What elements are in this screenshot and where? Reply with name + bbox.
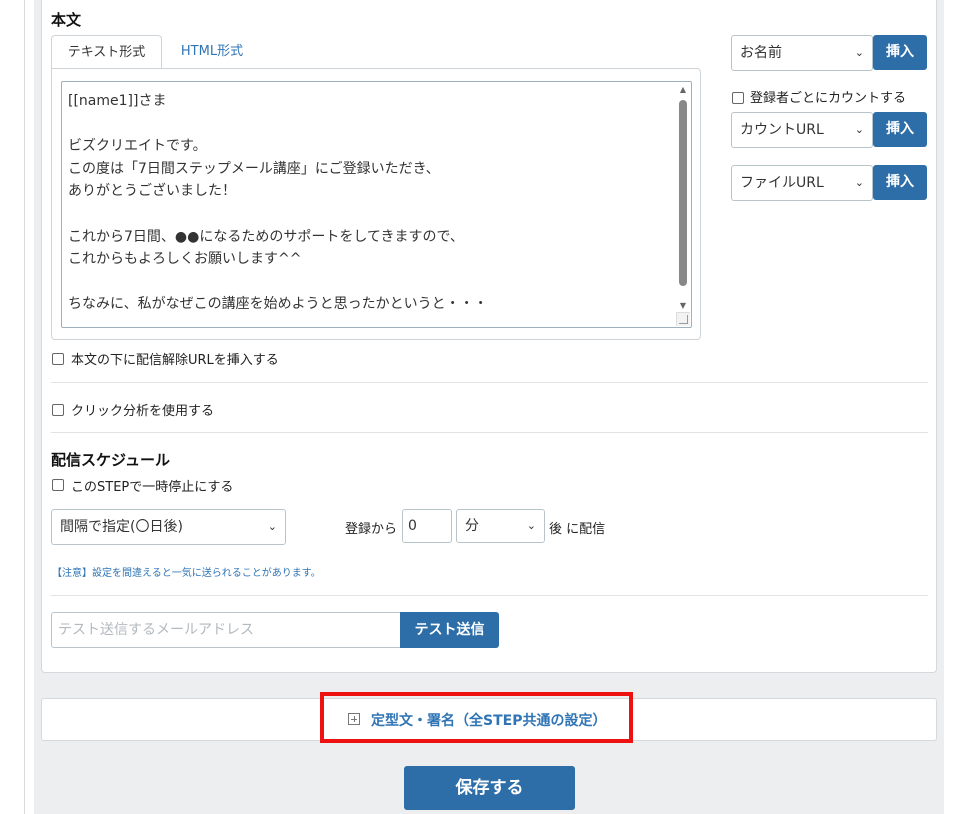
schedule-warning-note: 【注意】設定を間違えると一気に送られることがあります。 [52,568,321,579]
tab-text-format[interactable]: テキスト形式 [51,35,162,69]
click-analysis-label: クリック分析を使用する [71,404,215,419]
insert-field-select-value: お名前 [740,45,782,61]
file-url-select-value: ファイルURL [740,175,824,191]
insert-field-button[interactable]: 挿入 [873,35,927,70]
schedule-mode-value: 間隔で指定(〇日後) [60,519,183,535]
from-registration-label: 登録から [345,522,398,537]
scroll-down-arrow-icon[interactable]: ▼ [677,300,689,312]
count-checkbox-label: 登録者ごとにカウントする [750,91,907,106]
pause-checkbox[interactable] [52,479,64,491]
count-url-select-value: カウントURL [740,122,824,138]
scroll-thumb[interactable] [679,100,687,286]
count-checkbox[interactable] [732,92,744,104]
test-send-button[interactable]: テスト送信 [400,612,499,648]
highlight-box [320,692,633,743]
right-edge [944,0,966,814]
insert-file-url-button[interactable]: 挿入 [873,165,927,200]
delay-value-input[interactable]: 0 [402,509,452,543]
after-delivery-label: 後 に配信 [549,522,606,537]
chevron-down-icon: ⌄ [854,123,864,136]
delay-unit-value: 分 [465,518,479,534]
tab-html-format[interactable]: HTML形式 [166,35,258,69]
chevron-down-icon: ⌄ [526,519,536,532]
test-email-input[interactable]: テスト送信するメールアドレス [51,612,401,648]
body-section-title: 本文 [51,11,82,29]
body-text: [[name1]]さま ビズクリエイトです。 この度は「7日間ステップメール講座… [68,93,488,313]
body-textarea[interactable]: [[name1]]さま ビズクリエイトです。 この度は「7日間ステップメール講座… [61,81,692,328]
chevron-down-icon: ⌄ [854,46,864,59]
pause-label: このSTEPで一時停止にする [71,480,234,495]
left-sidebar-edge [0,0,25,814]
schedule-mode-select[interactable]: 間隔で指定(〇日後) ⌄ [51,509,286,545]
resize-grip-icon[interactable] [676,312,690,326]
insert-field-select[interactable]: お名前 ⌄ [731,35,873,71]
textarea-scrollbar[interactable]: ▲ ▼ [677,84,689,312]
divider [51,595,928,596]
insert-count-url-button[interactable]: 挿入 [873,112,927,147]
unsubscribe-label: 本文の下に配信解除URLを挿入する [71,353,279,368]
divider [51,432,928,433]
chevron-down-icon: ⌄ [267,520,277,533]
schedule-title: 配信スケジュール [51,451,170,469]
click-analysis-checkbox[interactable] [52,404,64,416]
unsubscribe-checkbox[interactable] [52,353,64,365]
file-url-select[interactable]: ファイルURL ⌄ [731,165,873,201]
scroll-up-arrow-icon[interactable]: ▲ [677,84,689,96]
chevron-down-icon: ⌄ [854,176,864,189]
divider [51,382,928,383]
count-url-select[interactable]: カウントURL ⌄ [731,112,873,148]
save-button[interactable]: 保存する [404,766,575,810]
delay-unit-select[interactable]: 分 ⌄ [456,509,545,543]
